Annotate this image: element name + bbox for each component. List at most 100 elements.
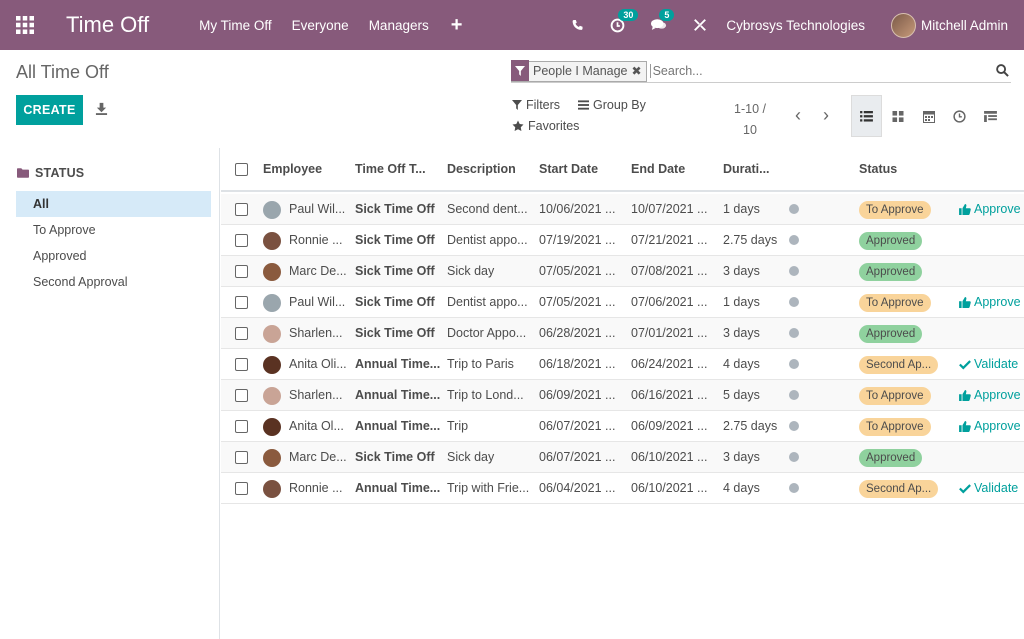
row-checkbox[interactable]	[235, 451, 248, 464]
user-menu[interactable]: Mitchell Admin	[890, 12, 1008, 38]
table-row[interactable]: Sharlen... Annual Time... Trip to Lond... 0…	[221, 380, 1024, 411]
status-badge: To Approve	[859, 418, 931, 436]
table-row[interactable]: Paul Wil... Sick Time Off Second dent... 10…	[221, 194, 1024, 225]
apps-menu-icon[interactable]	[0, 0, 50, 50]
end-date-cell: 06/24/2021 ...	[631, 357, 708, 371]
row-checkbox[interactable]	[235, 482, 248, 495]
filter-icon	[512, 100, 522, 110]
activity-view-icon[interactable]	[944, 95, 975, 137]
header-description[interactable]: Description	[447, 162, 516, 176]
filters-button[interactable]: Filters	[512, 98, 560, 112]
top-navbar: Time Off My Time Off Everyone Managers +…	[0, 0, 1024, 50]
table-row[interactable]: Anita Ol... Annual Time... Trip 06/07/2021 …	[221, 411, 1024, 442]
breadcrumb: All Time Off	[16, 62, 109, 82]
pager-previous-icon[interactable]: ‹	[784, 106, 812, 124]
row-checkbox[interactable]	[235, 296, 248, 309]
table-row[interactable]: Paul Wil... Sick Time Off Dentist appo... 0…	[221, 287, 1024, 318]
table-row[interactable]: Marc De... Sick Time Off Sick day 07/05/202…	[221, 256, 1024, 287]
favorites-button[interactable]: Favorites	[512, 119, 579, 133]
row-checkbox[interactable]	[235, 389, 248, 402]
download-icon[interactable]	[95, 102, 109, 116]
groupby-button[interactable]: Group By	[578, 98, 646, 112]
pivot-view-icon[interactable]	[975, 95, 1006, 137]
company-switcher[interactable]: Cybrosys Technologies	[726, 18, 865, 33]
search-icon[interactable]	[996, 64, 1009, 80]
calendar-view-icon[interactable]	[913, 95, 944, 137]
pager-total: 10	[743, 123, 757, 137]
description-cell: Trip with Frie...	[447, 481, 530, 495]
debug-tools-icon[interactable]	[693, 18, 707, 32]
activity-status-dot[interactable]	[789, 328, 799, 338]
header-time-off-type[interactable]: Time Off T...	[355, 162, 426, 176]
activity-status-dot[interactable]	[789, 483, 799, 493]
header-status[interactable]: Status	[859, 162, 897, 176]
row-checkbox[interactable]	[235, 420, 248, 433]
activity-clock-icon[interactable]: 30	[610, 8, 639, 33]
menu-managers[interactable]: Managers	[359, 18, 439, 33]
description-cell: Doctor Appo...	[447, 326, 527, 340]
sidebar-item-second-approval[interactable]: Second Approval	[16, 269, 211, 295]
create-button[interactable]: CREATE	[16, 95, 83, 125]
table-row[interactable]: Marc De... Sick Time Off Sick day 06/07/202…	[221, 442, 1024, 473]
messages-icon[interactable]: 5	[651, 9, 675, 32]
approve-button[interactable]: Approve	[959, 287, 1021, 318]
table-row[interactable]: Anita Oli... Annual Time... Trip to Paris 0…	[221, 349, 1024, 380]
approve-button[interactable]: Approve	[959, 194, 1021, 225]
end-date-cell: 07/08/2021 ...	[631, 264, 708, 278]
employee-cell: Anita Ol...	[289, 419, 344, 433]
header-employee[interactable]: Employee	[263, 162, 322, 176]
plus-icon[interactable]: +	[451, 14, 463, 37]
row-checkbox[interactable]	[235, 234, 248, 247]
time-off-type-cell: Sick Time Off	[355, 295, 435, 309]
approve-button[interactable]: Approve	[959, 411, 1021, 442]
list-view-icon[interactable]	[851, 95, 882, 137]
header-duration[interactable]: Durati...	[723, 162, 770, 176]
navbar-systray: 30 5 Cybrosys Technologies Mitchell Admi…	[558, 0, 1024, 50]
activity-status-dot[interactable]	[789, 421, 799, 431]
table-row[interactable]: Ronnie ... Annual Time... Trip with Frie..…	[221, 473, 1024, 504]
phone-icon[interactable]	[571, 19, 584, 32]
activity-status-dot[interactable]	[789, 297, 799, 307]
validate-button[interactable]: Validate	[959, 473, 1018, 504]
table-row[interactable]: Sharlen... Sick Time Off Doctor Appo... 06/…	[221, 318, 1024, 349]
app-title[interactable]: Time Off	[66, 12, 149, 38]
row-checkbox[interactable]	[235, 358, 248, 371]
employee-cell: Anita Oli...	[289, 357, 347, 371]
menu-my-time-off[interactable]: My Time Off	[189, 18, 282, 33]
pager-next-icon[interactable]: ›	[812, 106, 840, 124]
activity-status-dot[interactable]	[789, 390, 799, 400]
search-input[interactable]	[649, 64, 950, 78]
kanban-view-icon[interactable]	[882, 95, 913, 137]
duration-cell: 2.75 days	[723, 419, 778, 433]
validate-button[interactable]: Validate	[959, 349, 1018, 380]
sidebar-item-to-approve[interactable]: To Approve	[16, 217, 211, 243]
activity-status-dot[interactable]	[789, 452, 799, 462]
messages-count-badge: 5	[659, 9, 675, 21]
activity-status-dot[interactable]	[789, 266, 799, 276]
search-facet[interactable]: People I Manage ✖	[511, 60, 647, 82]
activity-status-dot[interactable]	[789, 359, 799, 369]
sidebar-items: All To Approve Approved Second Approval	[16, 191, 211, 295]
select-all-checkbox[interactable]	[235, 163, 248, 176]
description-cell: Dentist appo...	[447, 233, 528, 247]
menu-everyone[interactable]: Everyone	[282, 18, 359, 33]
pager-value[interactable]: 1-10 / 10	[733, 99, 767, 141]
activity-status-dot[interactable]	[789, 204, 799, 214]
row-checkbox[interactable]	[235, 327, 248, 340]
duration-cell: 3 days	[723, 264, 760, 278]
row-checkbox[interactable]	[235, 265, 248, 278]
row-checkbox[interactable]	[235, 203, 248, 216]
sidebar-item-approved[interactable]: Approved	[16, 243, 211, 269]
header-start-date[interactable]: Start Date	[539, 162, 598, 176]
sidebar-item-all[interactable]: All	[16, 191, 211, 217]
employee-avatar	[263, 294, 281, 312]
header-end-date[interactable]: End Date	[631, 162, 685, 176]
description-cell: Trip to Lond...	[447, 388, 524, 402]
activity-status-dot[interactable]	[789, 235, 799, 245]
close-icon[interactable]: ✖	[632, 64, 646, 78]
approve-button[interactable]: Approve	[959, 380, 1021, 411]
time-off-type-cell: Annual Time...	[355, 388, 441, 402]
employee-avatar	[263, 201, 281, 219]
table-row[interactable]: Ronnie ... Sick Time Off Dentist appo... 07…	[221, 225, 1024, 256]
end-date-cell: 07/06/2021 ...	[631, 295, 708, 309]
